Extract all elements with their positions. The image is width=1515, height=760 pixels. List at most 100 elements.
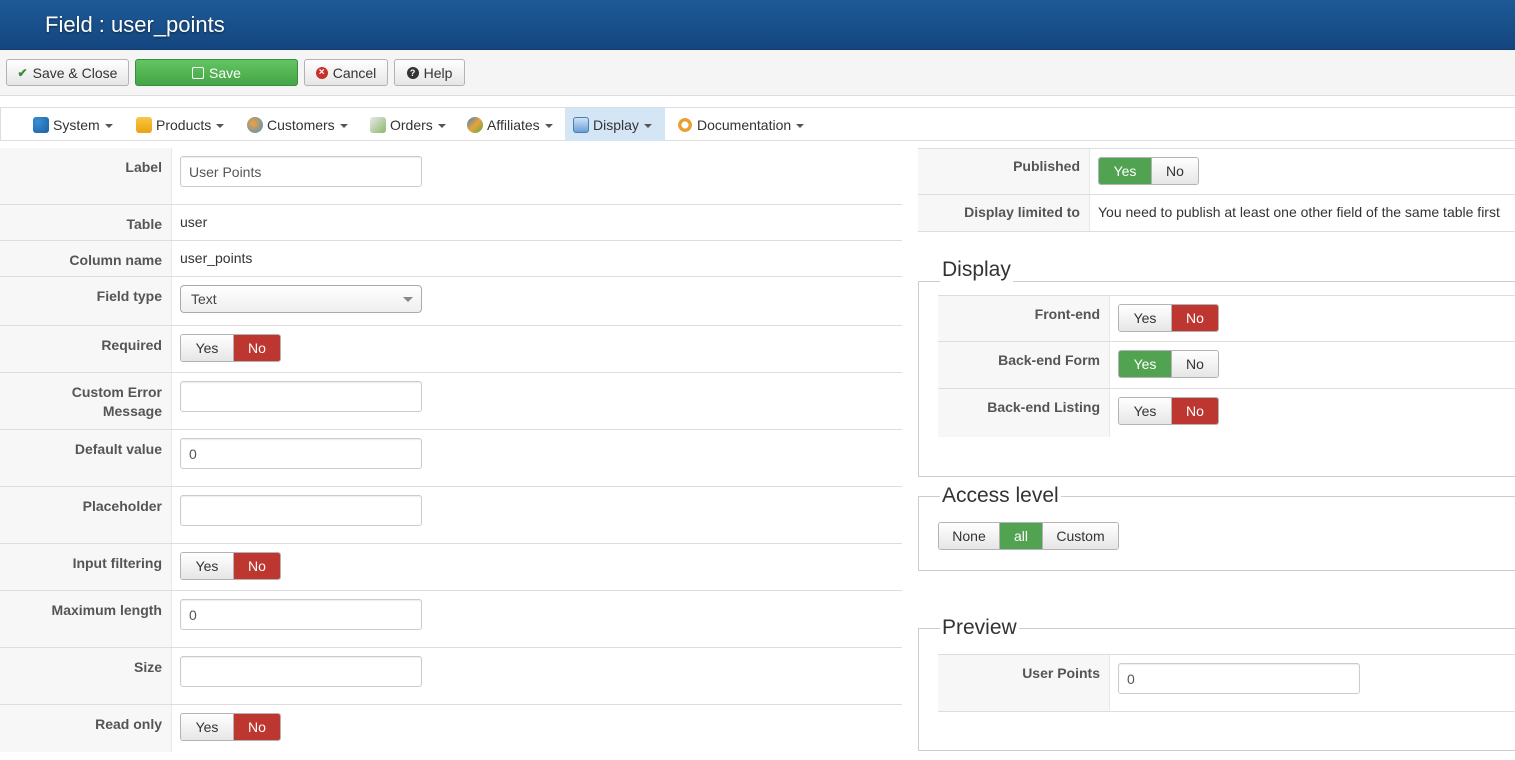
backend-listing-yes[interactable]: Yes	[1119, 398, 1172, 424]
field-type-select[interactable]: Text	[180, 285, 422, 313]
save-label: Save	[209, 64, 241, 81]
menu-documentation[interactable]: Documentation	[669, 108, 812, 141]
menu-orders-label: Orders	[390, 116, 433, 133]
custom-error-label-line2: Message	[102, 403, 162, 419]
field-type-label: Field type	[0, 277, 172, 325]
backend-listing-label: Back-end Listing	[938, 389, 1110, 437]
row-backend-listing: Back-end Listing Yes No	[938, 389, 1515, 437]
required-no[interactable]: No	[234, 335, 280, 361]
size-input[interactable]	[180, 656, 422, 687]
toolbar: ✔ Save & Close Save × Cancel ? Help	[0, 50, 1515, 96]
cancel-icon: ×	[315, 66, 328, 79]
preview-input[interactable]	[1118, 663, 1360, 694]
access-none[interactable]: None	[939, 523, 1000, 549]
placeholder-input[interactable]	[180, 495, 422, 526]
published-yes[interactable]: Yes	[1099, 158, 1152, 184]
check-icon: ✔	[17, 65, 28, 80]
table-value: user	[180, 214, 208, 230]
placeholder-label: Placeholder	[0, 487, 172, 543]
front-end-toggle: Yes No	[1118, 304, 1219, 332]
access-level-toggle: None all Custom	[938, 522, 1119, 550]
caret-down-icon	[104, 123, 113, 128]
read-only-label: Read only	[0, 705, 172, 752]
input-filtering-no[interactable]: No	[234, 553, 280, 579]
row-preview: User Points	[938, 654, 1515, 712]
row-maximum-length: Maximum length	[0, 591, 902, 648]
published-label: Published	[918, 149, 1090, 194]
backend-form-yes[interactable]: Yes	[1119, 351, 1172, 377]
menu-affiliates[interactable]: Affiliates	[459, 108, 561, 141]
label-label: Label	[0, 148, 172, 204]
row-table: Table user	[0, 205, 902, 241]
help-label: Help	[423, 64, 453, 81]
menu-system[interactable]: System	[25, 108, 121, 141]
save-close-button[interactable]: ✔ Save & Close	[6, 59, 129, 86]
preview-legend: Preview	[940, 616, 1019, 640]
maximum-length-input[interactable]	[180, 599, 422, 630]
cancel-button[interactable]: × Cancel	[304, 59, 388, 86]
menu-customers-label: Customers	[267, 116, 335, 133]
access-legend: Access level	[940, 484, 1061, 508]
required-label: Required	[0, 326, 172, 372]
required-yes[interactable]: Yes	[181, 335, 234, 361]
published-no[interactable]: No	[1152, 158, 1198, 184]
input-filtering-yes[interactable]: Yes	[181, 553, 234, 579]
published-toggle: Yes No	[1098, 157, 1199, 185]
backend-form-toggle: Yes No	[1118, 350, 1219, 378]
row-placeholder: Placeholder	[0, 487, 902, 544]
row-field-type: Field type Text	[0, 277, 902, 326]
orders-icon	[370, 116, 386, 133]
row-custom-error: Custom Error Message	[0, 373, 902, 430]
front-end-label: Front-end	[938, 296, 1110, 341]
label-input[interactable]	[180, 156, 422, 187]
menu-display-label: Display	[593, 116, 639, 133]
caret-down-icon	[216, 123, 225, 128]
backend-form-no[interactable]: No	[1172, 351, 1218, 377]
row-required: Required Yes No	[0, 326, 902, 373]
maximum-length-label: Maximum length	[0, 591, 172, 647]
row-backend-form: Back-end Form Yes No	[938, 342, 1515, 389]
menu-documentation-label: Documentation	[697, 116, 792, 133]
display-limited-label: Display limited to	[918, 195, 1090, 231]
save-button[interactable]: Save	[135, 59, 298, 86]
default-value-label: Default value	[0, 430, 172, 486]
front-end-yes[interactable]: Yes	[1119, 305, 1172, 331]
menu-products[interactable]: Products	[128, 108, 232, 141]
read-only-yes[interactable]: Yes	[181, 714, 234, 740]
caret-down-icon	[437, 123, 446, 128]
table-label: Table	[0, 205, 172, 240]
input-filtering-label: Input filtering	[0, 544, 172, 590]
backend-listing-no[interactable]: No	[1172, 398, 1218, 424]
box-icon	[136, 116, 152, 133]
custom-error-input[interactable]	[180, 381, 422, 412]
menu-system-label: System	[53, 116, 100, 133]
row-column-name: Column name user_points	[0, 241, 902, 277]
tools-icon	[33, 116, 49, 133]
read-only-no[interactable]: No	[234, 714, 280, 740]
column-name-value: user_points	[180, 250, 253, 266]
preview-field-label: User Points	[938, 655, 1110, 711]
row-size: Size	[0, 648, 902, 705]
edit-icon	[192, 66, 205, 79]
custom-error-label: Custom Error Message	[0, 373, 172, 429]
row-read-only: Read only Yes No	[0, 705, 902, 752]
access-custom[interactable]: Custom	[1043, 523, 1118, 549]
column-name-label: Column name	[0, 241, 172, 276]
required-toggle: Yes No	[180, 334, 281, 362]
menu-customers[interactable]: Customers	[239, 108, 356, 141]
menu-display[interactable]: Display	[565, 108, 665, 141]
default-value-input[interactable]	[180, 438, 422, 469]
menu-orders[interactable]: Orders	[362, 108, 454, 141]
front-end-no[interactable]: No	[1172, 305, 1218, 331]
row-input-filtering: Input filtering Yes No	[0, 544, 902, 591]
caret-down-icon	[796, 123, 805, 128]
help-button[interactable]: ? Help	[394, 59, 465, 86]
display-legend: Display	[940, 258, 1013, 282]
title-bar: Field : user_points	[0, 0, 1515, 50]
caret-down-icon	[339, 123, 348, 128]
backend-listing-toggle: Yes No	[1118, 397, 1219, 425]
affiliates-icon	[467, 116, 483, 133]
main-menu: System Products Customers Orders Affilia…	[0, 107, 1515, 141]
access-all[interactable]: all	[1000, 523, 1043, 549]
cancel-label: Cancel	[332, 64, 377, 81]
